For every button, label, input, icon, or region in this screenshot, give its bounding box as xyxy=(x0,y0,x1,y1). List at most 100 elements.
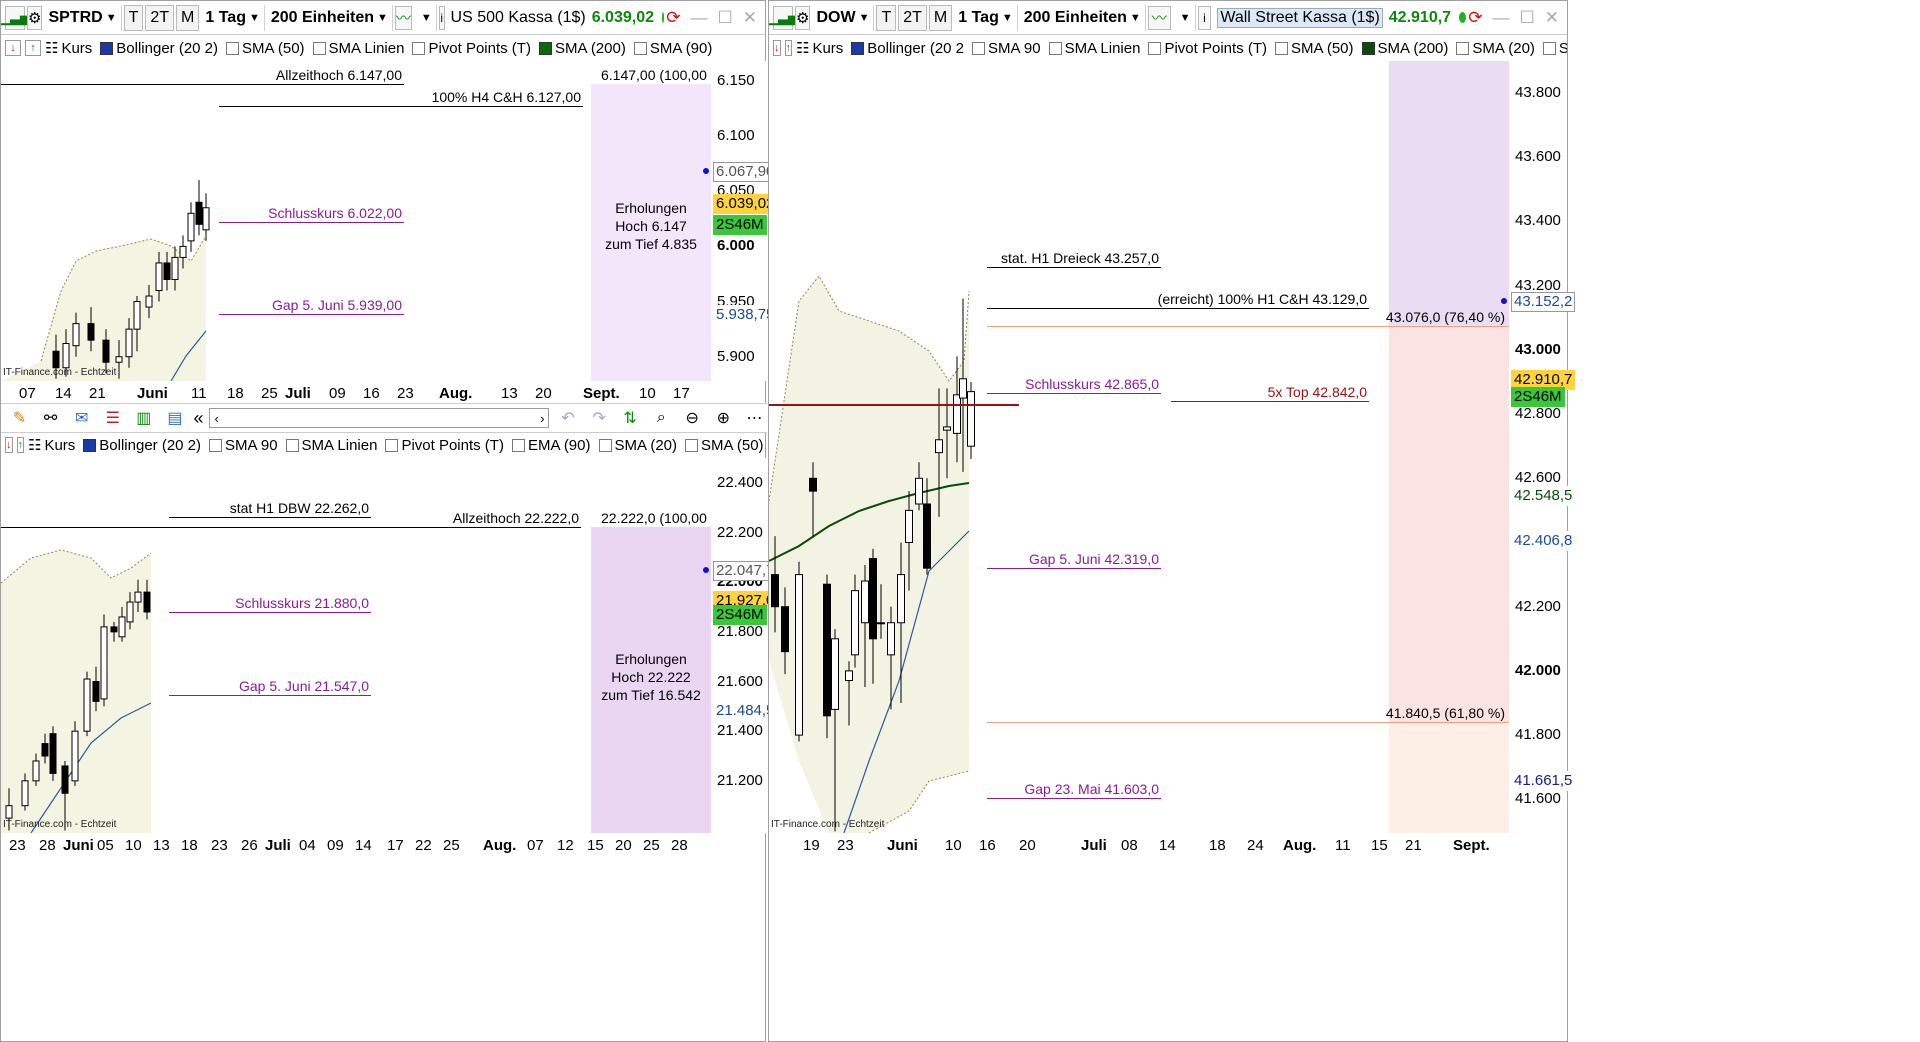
checkbox[interactable] xyxy=(598,438,612,452)
indicator-sma-50[interactable]: SMA (50) xyxy=(1274,40,1358,57)
chart-settings-icon[interactable]: ▁▃▅ xyxy=(1,5,30,30)
tf-button-t[interactable]: T xyxy=(876,4,897,31)
checkbox[interactable] xyxy=(1542,41,1556,55)
arrow-up-icon[interactable]: ↑ xyxy=(16,437,24,453)
refresh-icon[interactable]: ⟳ xyxy=(1468,8,1482,28)
checkbox[interactable] xyxy=(1148,41,1162,55)
x-axis-label: 09 xyxy=(329,385,346,402)
autoscale-icon[interactable]: ⇅ xyxy=(618,406,643,430)
symbol-dropdown[interactable]: SPTRD ▼ xyxy=(44,4,122,31)
tf-button-t[interactable]: T xyxy=(123,4,144,31)
checkbox[interactable] xyxy=(685,438,699,452)
close-icon[interactable]: ✕ xyxy=(1545,8,1559,28)
indicator-pivot-points-t[interactable]: Pivot Points (T) xyxy=(1148,40,1271,57)
tf-button-m[interactable]: M xyxy=(176,4,200,31)
checkbox[interactable] xyxy=(385,438,399,452)
units-dropdown[interactable]: 200 Einheiten ▼ xyxy=(1020,4,1146,31)
indicator-bollinger-20-2[interactable]: Bollinger (20 2) xyxy=(100,40,222,57)
indicator-sma-90[interactable]: SMA (90) xyxy=(633,40,717,57)
interval-dropdown[interactable]: 1 Tag ▼ xyxy=(954,4,1018,31)
indicator-sm[interactable]: SM xyxy=(1542,40,1567,57)
redo-icon[interactable]: ↷ xyxy=(586,406,611,430)
indicator-sma-90[interactable]: SMA 90 xyxy=(972,40,1045,57)
minimize-icon[interactable]: — xyxy=(1493,8,1510,28)
checkbox[interactable] xyxy=(412,41,426,55)
collapse-icon[interactable]: « xyxy=(193,408,203,429)
tf-button-m[interactable]: M xyxy=(928,4,953,31)
gear-icon[interactable]: ⚙ xyxy=(795,5,811,30)
indicator-sma-linien[interactable]: SMA Linien xyxy=(1048,40,1145,57)
scroll-left-icon[interactable]: ‹ xyxy=(214,411,218,426)
indicator-pivot-points-t[interactable]: Pivot Points (T) xyxy=(385,437,508,454)
info-icon[interactable]: i xyxy=(438,5,445,30)
interval-dropdown[interactable]: 1 Tag ▼ xyxy=(201,4,265,31)
indicator-kurs[interactable]: ☷ Kurs xyxy=(28,436,79,455)
indicator-sma-200[interactable]: SMA (200) xyxy=(1361,40,1453,57)
minimize-icon[interactable]: — xyxy=(691,8,708,28)
pencil-icon[interactable]: ✎ xyxy=(7,406,32,430)
chart-type-icon[interactable]: 〰 xyxy=(1147,5,1171,30)
maximize-icon[interactable]: ☐ xyxy=(1520,8,1535,28)
indicator-bollinger-20-2[interactable]: Bollinger (20 2) xyxy=(83,437,205,454)
checkbox[interactable] xyxy=(972,41,986,55)
checkbox[interactable] xyxy=(226,41,240,55)
indicator-sma-200[interactable]: SMA (200) xyxy=(538,40,630,57)
zoom-fit-icon[interactable]: ⌕ xyxy=(649,406,674,430)
indicator-sma-linien[interactable]: SMA Linien xyxy=(312,40,409,57)
indicator-sma-50[interactable]: SMA (50) xyxy=(685,437,765,454)
zoom-out-icon[interactable]: ⊖ xyxy=(680,406,705,430)
tf-button-2t[interactable]: 2T xyxy=(898,4,927,31)
checkbox[interactable] xyxy=(209,438,223,452)
horizontal-scrollbar[interactable]: ‹ › xyxy=(209,408,550,428)
indicator-sma-20[interactable]: SMA (20) xyxy=(598,437,682,454)
refresh-icon[interactable]: ⟳ xyxy=(666,8,680,28)
undo-icon[interactable]: ↶ xyxy=(555,406,580,430)
indicator-sma-90[interactable]: SMA 90 xyxy=(209,437,282,454)
arrow-down-icon[interactable]: ↓ xyxy=(5,40,21,56)
list-icon[interactable]: ☰ xyxy=(100,406,125,430)
indicator-icon[interactable]: ▥ xyxy=(131,406,156,430)
zoom-in-icon[interactable]: ⊕ xyxy=(711,406,736,430)
units-dropdown[interactable]: 200 Einheiten ▼ xyxy=(267,4,393,31)
symbol-dropdown[interactable]: DOW ▼ xyxy=(812,4,875,31)
indicator-kurs[interactable]: ☷ Kurs xyxy=(796,39,847,58)
indicator-sma-linien[interactable]: SMA Linien xyxy=(285,437,382,454)
share-icon[interactable]: ⚯ xyxy=(38,406,63,430)
arrow-up-icon[interactable]: ↑ xyxy=(784,40,792,56)
indicator-bollinger-20-2[interactable]: Bollinger (20 2 xyxy=(851,40,968,57)
chart-type-dropdown[interactable]: ▼ xyxy=(414,4,437,31)
candle-body-down xyxy=(92,681,100,702)
tf-button-2t[interactable]: 2T xyxy=(145,4,175,31)
scroll-right-icon[interactable]: › xyxy=(540,411,544,426)
arrow-down-icon[interactable]: ↓ xyxy=(773,40,781,56)
indicator-kurs[interactable]: ☷ Kurs xyxy=(45,39,96,58)
level-label: Gap 23. Mai 41.603,0 xyxy=(1024,781,1159,798)
level-line xyxy=(219,313,404,315)
indicator-ema-90[interactable]: EMA (90) xyxy=(511,437,595,454)
arrow-up-icon[interactable]: ↑ xyxy=(25,40,41,56)
arrow-down-icon[interactable]: ↓ xyxy=(5,437,13,453)
more-icon[interactable]: ⋯ xyxy=(742,406,767,430)
info-icon[interactable]: i xyxy=(1197,5,1212,30)
indicator-sma-20[interactable]: SMA (20) xyxy=(1456,40,1539,57)
comment-icon[interactable]: ✉ xyxy=(69,406,94,430)
checkbox[interactable] xyxy=(1274,41,1288,55)
candle-body-up xyxy=(202,207,210,231)
x-axis-label: Juli xyxy=(285,385,311,402)
checkbox[interactable] xyxy=(1456,41,1470,55)
chart-settings-icon[interactable]: ▁▃▅ xyxy=(769,5,798,30)
gear-icon[interactable]: ⚙ xyxy=(27,5,43,30)
chart-compare-icon[interactable]: ▤ xyxy=(162,406,187,430)
chart-type-dropdown[interactable]: ▼ xyxy=(1173,4,1196,31)
indicator-sma-50[interactable]: SMA (50) xyxy=(226,40,309,57)
checkbox[interactable] xyxy=(633,41,647,55)
close-icon[interactable]: ✕ xyxy=(743,8,757,28)
indicator-pivot-points-t[interactable]: Pivot Points (T) xyxy=(412,40,535,57)
checkbox[interactable] xyxy=(1048,41,1062,55)
checkbox[interactable] xyxy=(511,438,525,452)
chart-type-icon[interactable]: 〰 xyxy=(394,5,412,30)
candle xyxy=(49,726,57,781)
checkbox[interactable] xyxy=(312,41,326,55)
maximize-icon[interactable]: ☐ xyxy=(718,8,733,28)
checkbox[interactable] xyxy=(285,438,299,452)
